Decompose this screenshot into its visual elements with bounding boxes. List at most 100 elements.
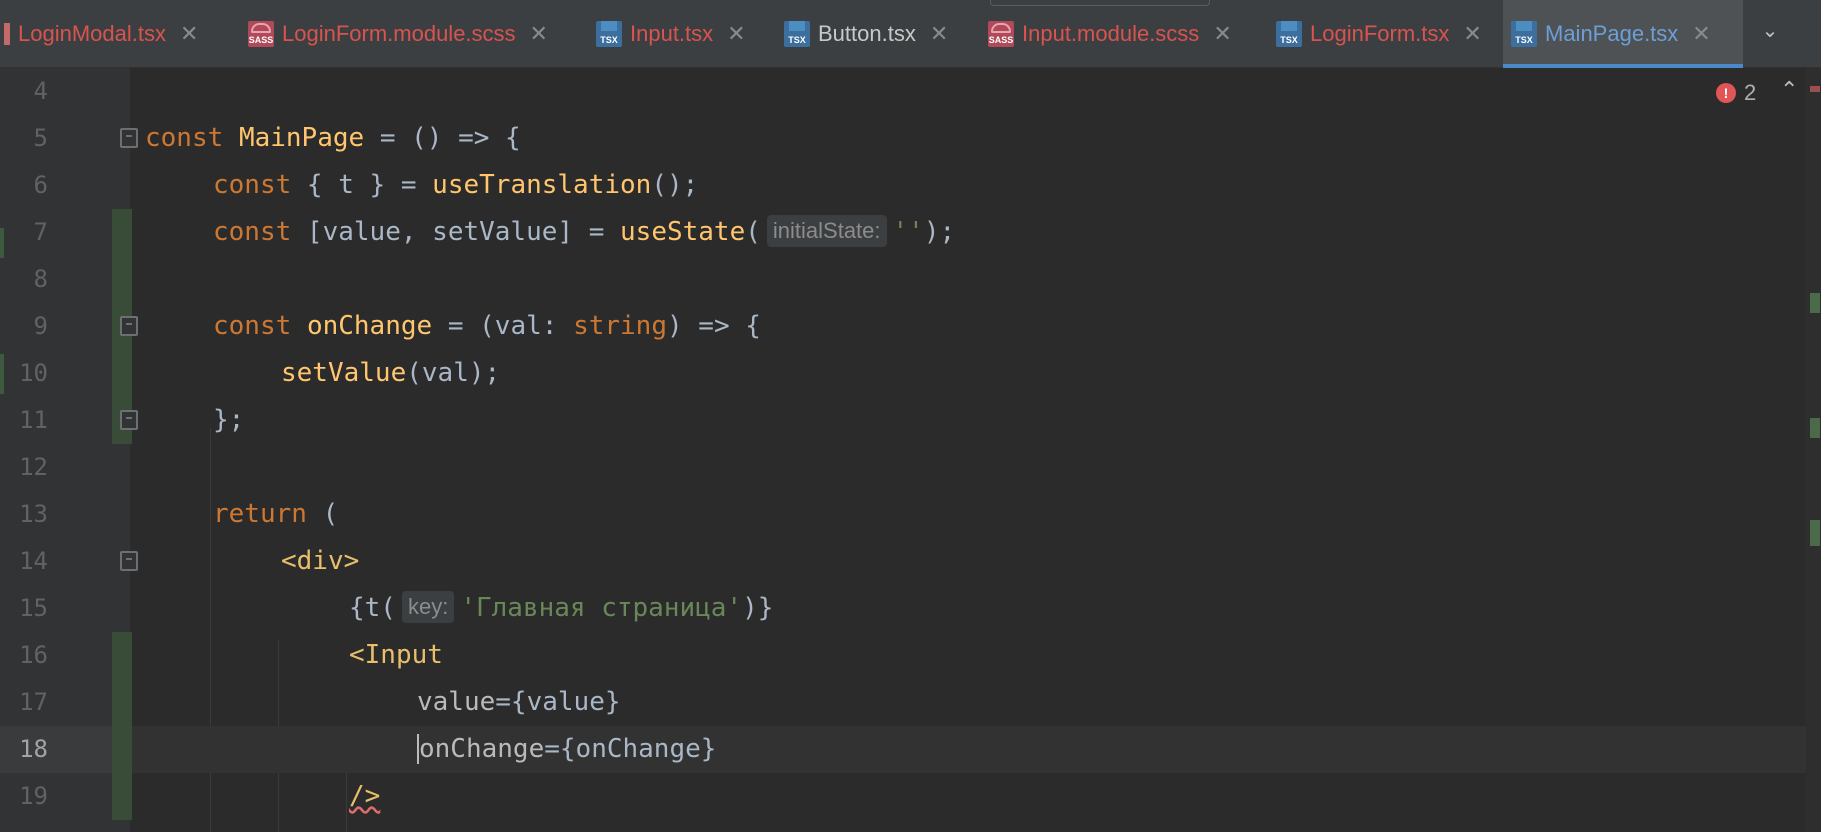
code-line: 19 /> <box>0 773 1821 820</box>
tsx-file-icon: TSX <box>596 21 622 47</box>
tsx-file-icon: TSX <box>784 21 810 47</box>
editor-scrollbar[interactable] <box>1806 68 1821 832</box>
vcs-change-marker[interactable] <box>112 726 132 773</box>
code-text: }; <box>213 397 244 444</box>
gutter-cell: 15 <box>0 585 130 632</box>
code-punct: (val); <box>406 358 501 388</box>
code-text: {t(key: 'Главная страница')} <box>349 585 773 632</box>
fold-icon[interactable] <box>120 128 138 148</box>
inspection-widget[interactable]: ! 2 <box>1716 80 1756 106</box>
tab-loginform-tsx[interactable]: TSX LoginForm.tsx ✕ <box>1268 0 1500 68</box>
line-number: 19 <box>19 782 48 810</box>
code-text: <Input <box>349 632 443 679</box>
scroll-marker[interactable] <box>1810 520 1820 546</box>
line-number: 8 <box>33 265 48 293</box>
gutter-cell: 13 <box>0 491 130 538</box>
error-count: 2 <box>1744 80 1757 105</box>
close-tab-icon[interactable]: ✕ <box>180 22 198 47</box>
tsx-file-icon: TSX <box>1276 21 1302 47</box>
code-text: const onChange = (val: string) => { <box>213 303 761 350</box>
line-number: 17 <box>19 688 48 716</box>
tab-input-scss[interactable]: SASS Input.module.scss ✕ <box>980 0 1265 68</box>
tab-loginmodal[interactable]: LoginModal.tsx ✕ <box>0 0 205 68</box>
line-number: 10 <box>19 359 48 387</box>
editor-tab-bar: LoginModal.tsx ✕ SASS LoginForm.module.s… <box>0 0 1821 68</box>
code-line: 5 const MainPage = () => { <box>0 115 1821 162</box>
code-punct: = () => { <box>364 123 521 153</box>
code-punct: ( <box>306 499 339 529</box>
code-line: 10 setValue(val); <box>0 350 1821 397</box>
vcs-change-marker[interactable] <box>112 773 132 820</box>
gutter-cell: 6 <box>0 162 130 209</box>
gutter-cell: 5 <box>0 115 130 162</box>
tab-loginform-scss[interactable]: SASS LoginForm.module.scss ✕ <box>240 0 575 68</box>
fold-end-icon[interactable] <box>120 410 138 430</box>
vcs-change-marker[interactable] <box>112 209 132 256</box>
vcs-change-marker[interactable] <box>112 679 132 726</box>
identifier: onChange <box>306 311 433 341</box>
line-number: 11 <box>19 406 48 434</box>
type-keyword: string <box>573 311 667 341</box>
code-punct: }; <box>213 405 245 435</box>
scroll-marker[interactable] <box>1810 86 1820 92</box>
tab-label: LoginForm.tsx <box>1310 21 1450 46</box>
string-literal: 'Главная страница' <box>460 593 743 623</box>
gutter-cell: 17 <box>0 679 130 726</box>
tab-label: MainPage.tsx <box>1545 21 1679 46</box>
line-number: 9 <box>33 312 48 340</box>
line-number: 4 <box>33 77 48 105</box>
vcs-change-marker[interactable] <box>112 350 132 397</box>
code-line: 12 <box>0 444 1821 491</box>
fold-icon[interactable] <box>120 316 138 336</box>
keyword: const <box>145 123 224 153</box>
code-editor[interactable]: 4 5 const MainPage = () => { 6 const { t… <box>0 68 1821 832</box>
code-punct: ); <box>923 217 956 247</box>
line-number: 18 <box>19 735 48 763</box>
gutter-cell: 7 <box>0 209 130 256</box>
function-call: useTranslation <box>432 170 652 200</box>
gutter-cell: 12 <box>0 444 130 491</box>
tab-label: Button.tsx <box>818 21 916 46</box>
close-tab-icon[interactable]: ✕ <box>930 22 948 47</box>
line-number: 15 <box>19 594 48 622</box>
code-text: onChange={onChange} <box>417 726 716 773</box>
code-line: 14 <div> <box>0 538 1821 585</box>
gutter-cell: 4 <box>0 68 130 115</box>
tab-mainpage-tsx[interactable]: TSX MainPage.tsx ✕ <box>1503 0 1743 68</box>
chevron-up-icon[interactable]: ⌃ <box>1780 78 1798 103</box>
tab-label: LoginModal.tsx <box>18 21 166 46</box>
parameter-hint: key: <box>401 591 455 623</box>
close-tab-icon[interactable]: ✕ <box>1463 22 1481 47</box>
close-tab-icon[interactable]: ✕ <box>1213 22 1231 47</box>
scroll-marker[interactable] <box>1810 293 1820 313</box>
line-number: 6 <box>33 171 48 199</box>
left-edge-marker <box>0 228 4 258</box>
sass-file-icon: SASS <box>248 21 274 47</box>
function-call: setValue <box>281 358 407 388</box>
code-punct: { t } = <box>291 170 433 200</box>
line-number: 13 <box>19 500 48 528</box>
vcs-change-marker[interactable] <box>112 256 132 303</box>
code-punct: [value, setValue] = <box>291 217 621 247</box>
gutter-cell: 14 <box>0 538 130 585</box>
sass-badge: SASS <box>988 35 1014 45</box>
close-tab-icon[interactable]: ✕ <box>530 22 548 47</box>
sass-badge: SASS <box>248 35 274 45</box>
keyword: return <box>213 499 307 529</box>
tab-input-tsx[interactable]: TSX Input.tsx ✕ <box>588 0 763 68</box>
tsx-file-icon: TSX <box>1511 21 1537 47</box>
tab-list-dropdown-icon[interactable]: ⌄ <box>1750 18 1790 50</box>
close-tab-icon[interactable]: ✕ <box>1692 22 1710 47</box>
code-line: 9 const onChange = (val: string) => { <box>0 303 1821 350</box>
code-punct: ) => { <box>666 311 761 341</box>
tab-button-tsx[interactable]: TSX Button.tsx ✕ <box>776 0 971 68</box>
code-text: <div> <box>281 538 359 585</box>
keyword: const <box>213 311 292 341</box>
vcs-change-marker[interactable] <box>112 632 132 679</box>
close-tab-icon[interactable]: ✕ <box>727 22 745 47</box>
line-number: 16 <box>19 641 48 669</box>
scroll-marker[interactable] <box>1810 418 1820 438</box>
code-line: 15 {t(key: 'Главная страница')} <box>0 585 1821 632</box>
fold-icon[interactable] <box>120 551 138 571</box>
line-number: 14 <box>19 547 48 575</box>
